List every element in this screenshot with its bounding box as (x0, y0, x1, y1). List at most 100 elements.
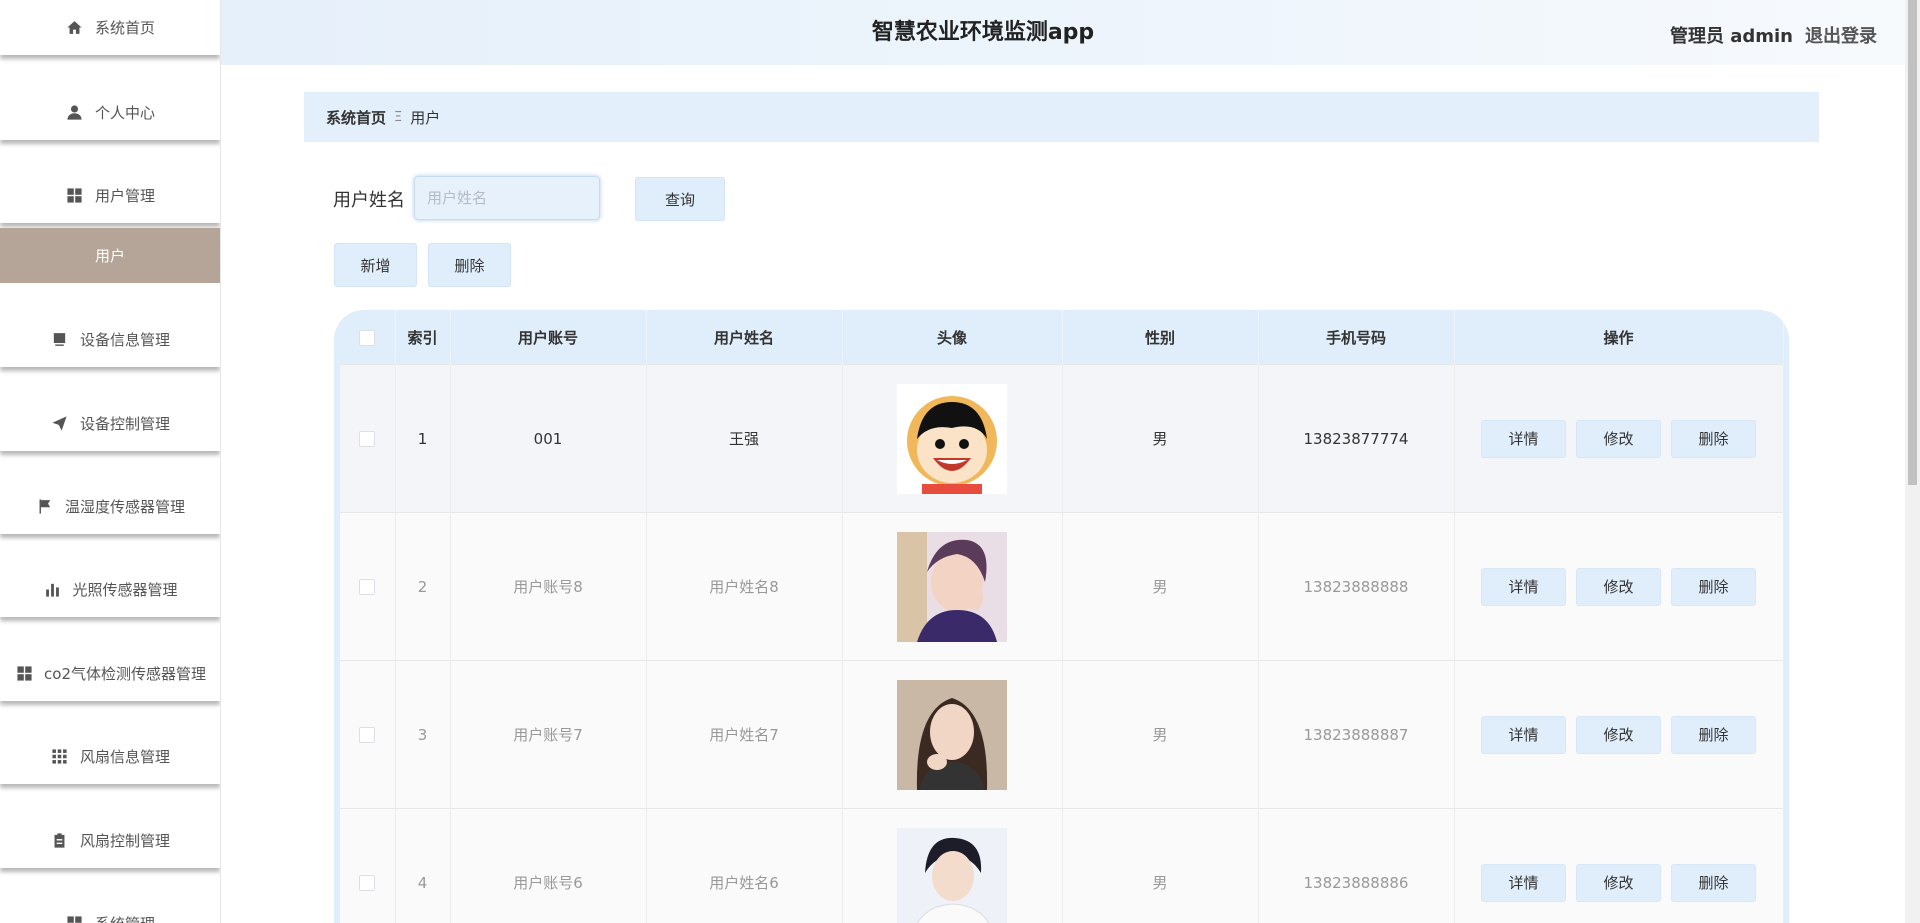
cell-avatar (842, 364, 1063, 513)
clipboard-icon (50, 830, 70, 850)
row-checkbox[interactable] (359, 727, 376, 743)
cell-actions: 详情 修改 删除 (1454, 660, 1784, 809)
device-icon (50, 329, 70, 349)
cell-account: 用户账号8 (450, 512, 647, 661)
row-checkbox[interactable] (359, 875, 376, 891)
row-checkbox[interactable] (359, 579, 376, 595)
table-row: 1 001 王强 男 13823877774 详情 修改 删除 (340, 364, 1784, 513)
sidebar-item-home[interactable]: 系统首页 (0, 0, 220, 55)
sidebar-item-label: 用户管理 (94, 186, 155, 205)
table-row: 3 用户账号7 用户姓名7 男 13823888887 详情 修改 删除 (340, 660, 1784, 809)
search-label: 用户姓名 (333, 190, 405, 211)
sidebar-divider (220, 0, 221, 923)
add-button[interactable]: 新增 (334, 243, 417, 287)
sidebar-item-label: 设备信息管理 (79, 330, 170, 349)
select-all-checkbox[interactable] (359, 329, 376, 346)
user-table: 索引 用户账号 用户姓名 头像 性别 手机号码 操作 1 001 王强 男 13… (334, 310, 1789, 923)
row-select (340, 660, 396, 809)
column-header: 用户账号 (450, 310, 647, 365)
query-button[interactable]: 查询 (635, 177, 725, 221)
sidebar-item-user-management[interactable]: 用户管理 (0, 167, 220, 223)
edit-button[interactable]: 修改 (1576, 419, 1661, 458)
avatar[interactable] (897, 531, 1007, 642)
flag-icon (35, 496, 55, 516)
row-select (340, 808, 396, 923)
sidebar-subitem-user[interactable]: 用户 (0, 228, 220, 283)
column-header: 手机号码 (1258, 310, 1455, 365)
sidebar-item-temp-humidity-sensor[interactable]: 温湿度传感器管理 (0, 478, 220, 534)
sidebar-item-label: 温湿度传感器管理 (64, 497, 185, 516)
edit-button[interactable]: 修改 (1576, 715, 1661, 754)
sidebar-item-device-control[interactable]: 设备控制管理 (0, 395, 220, 451)
grid-icon (65, 185, 85, 205)
delete-button[interactable]: 删除 (1671, 715, 1756, 754)
sidebar-item-label: 风扇信息管理 (79, 747, 170, 766)
send-icon (50, 413, 70, 433)
cell-account: 用户账号6 (450, 808, 647, 923)
sidebar-item-device-info[interactable]: 设备信息管理 (0, 311, 220, 367)
sidebar-item-light-sensor[interactable]: 光照传感器管理 (0, 561, 220, 617)
grid-icon (65, 913, 85, 923)
cell-name: 用户姓名8 (646, 512, 843, 661)
sidebar-subitem-label: 用户 (94, 247, 125, 265)
breadcrumb: 系统首页 Ξ 用户 (304, 92, 1819, 142)
sidebar: 系统首页 个人中心 用户管理 用户 设备信息管理 设备控制管理 温湿度传感器管理… (0, 0, 220, 923)
avatar[interactable] (897, 827, 1007, 923)
column-header: 操作 (1454, 310, 1784, 365)
avatar[interactable] (897, 679, 1007, 790)
sidebar-item-system[interactable]: 系统管理 (0, 895, 220, 923)
logout-link[interactable]: 退出登录 (1805, 22, 1877, 48)
header-select-all[interactable] (340, 310, 396, 365)
scrollbar-thumb[interactable] (1908, 0, 1917, 485)
home-icon (65, 18, 85, 38)
cell-index: 3 (395, 660, 451, 809)
cell-actions: 详情 修改 删除 (1454, 364, 1784, 513)
sidebar-item-fan-control[interactable]: 风扇控制管理 (0, 812, 220, 868)
table-row: 4 用户账号6 用户姓名6 男 13823888886 详情 修改 删除 (340, 808, 1784, 923)
cell-phone: 13823877774 (1258, 364, 1455, 513)
user-icon (65, 102, 85, 122)
current-user: 管理员 admin (1669, 26, 1793, 47)
edit-button[interactable]: 修改 (1576, 863, 1661, 902)
sidebar-item-label: 风扇控制管理 (79, 831, 170, 850)
cell-avatar (842, 808, 1063, 923)
column-header: 头像 (842, 310, 1063, 365)
cell-gender: 男 (1062, 364, 1259, 513)
sidebar-item-label: co2气体检测传感器管理 (44, 664, 206, 683)
page-scrollbar[interactable] (1905, 0, 1920, 923)
breadcrumb-home[interactable]: 系统首页 (326, 107, 386, 128)
row-checkbox[interactable] (359, 431, 376, 447)
cell-actions: 详情 修改 删除 (1454, 808, 1784, 923)
cell-gender: 男 (1062, 660, 1259, 809)
batch-delete-button[interactable]: 删除 (428, 243, 511, 287)
row-select (340, 364, 396, 513)
delete-button[interactable]: 删除 (1671, 863, 1756, 902)
search-input[interactable] (414, 176, 600, 220)
cell-gender: 男 (1062, 512, 1259, 661)
detail-button[interactable]: 详情 (1481, 567, 1566, 606)
apps-icon (50, 746, 70, 766)
sidebar-item-profile[interactable]: 个人中心 (0, 84, 220, 140)
cell-avatar (842, 512, 1063, 661)
sidebar-item-label: 系统首页 (94, 19, 155, 37)
delete-button[interactable]: 删除 (1671, 419, 1756, 458)
edit-button[interactable]: 修改 (1576, 567, 1661, 606)
cell-index: 1 (395, 364, 451, 513)
cell-actions: 详情 修改 删除 (1454, 512, 1784, 661)
top-header: 智慧农业环境监测app 管理员 admin 退出登录 (221, 0, 1905, 65)
cell-avatar (842, 660, 1063, 809)
sidebar-item-label: 光照传感器管理 (72, 580, 178, 599)
detail-button[interactable]: 详情 (1481, 419, 1566, 458)
sidebar-item-co2-sensor[interactable]: co2气体检测传感器管理 (0, 645, 220, 701)
detail-button[interactable]: 详情 (1481, 863, 1566, 902)
cell-name: 用户姓名6 (646, 808, 843, 923)
sidebar-item-fan-info[interactable]: 风扇信息管理 (0, 728, 220, 784)
sidebar-item-label: 个人中心 (94, 103, 155, 122)
avatar[interactable] (897, 383, 1007, 494)
grid-icon (14, 663, 34, 683)
table-row: 2 用户账号8 用户姓名8 男 13823888888 详情 修改 删除 (340, 512, 1784, 661)
cell-name: 用户姓名7 (646, 660, 843, 809)
detail-button[interactable]: 详情 (1481, 715, 1566, 754)
bar-chart-icon (42, 579, 62, 599)
delete-button[interactable]: 删除 (1671, 567, 1756, 606)
